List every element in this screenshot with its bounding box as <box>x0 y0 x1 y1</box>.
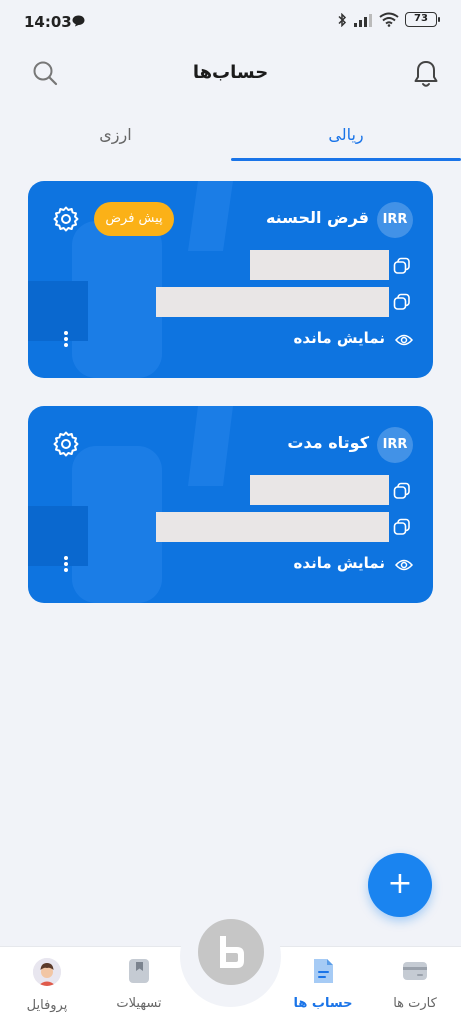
nav-label: کارت ها <box>393 996 437 1011</box>
default-badge: پیش فرض <box>94 202 174 236</box>
account-name: قرض الحسنه <box>265 208 369 227</box>
message-icon <box>72 15 85 27</box>
gear-icon[interactable] <box>52 430 80 458</box>
show-balance-button[interactable]: نمایش مانده <box>294 329 385 347</box>
bookmark-icon <box>129 959 149 983</box>
tab-arzi[interactable]: ارزی <box>0 112 231 162</box>
card-icon <box>403 962 427 980</box>
show-balance-button[interactable]: نمایش مانده <box>294 554 385 572</box>
nav-label: تسهیلات <box>116 996 162 1011</box>
more-options-icon[interactable] <box>58 329 74 351</box>
status-icons: 73 <box>337 12 440 27</box>
nav-item-cards[interactable]: کارت ها <box>370 958 460 1011</box>
currency-tabs: ریالی ارزی <box>0 112 461 162</box>
copy-icon[interactable] <box>393 482 411 500</box>
header: حساب‌ها <box>0 52 461 96</box>
nav-item-accounts[interactable]: حساب ها <box>278 958 368 1011</box>
nav-item-profile[interactable]: پروفایل <box>2 958 92 1013</box>
nav-label: حساب ها <box>293 996 353 1011</box>
copy-icon[interactable] <box>393 518 411 536</box>
account-number-masked <box>250 250 389 280</box>
page-title: حساب‌ها <box>192 62 269 83</box>
currency-badge: IRR <box>377 202 413 238</box>
more-options-icon[interactable] <box>58 554 74 576</box>
nav-item-facilities[interactable]: تسهیلات <box>94 958 184 1011</box>
bell-icon[interactable] <box>411 58 441 90</box>
home-button[interactable] <box>194 915 268 989</box>
account-card[interactable]: IRR کوتاه مدت نمایش مانده <box>28 406 433 603</box>
gear-icon[interactable] <box>52 205 80 233</box>
battery-indicator: 73 <box>405 12 440 27</box>
document-icon <box>314 959 333 983</box>
eye-icon[interactable] <box>395 557 413 573</box>
status-time: 14:03 <box>24 13 72 31</box>
add-account-button[interactable]: + <box>368 853 432 917</box>
signal-icon <box>354 13 372 27</box>
copy-icon[interactable] <box>393 257 411 275</box>
tab-riyali[interactable]: ریالی <box>231 112 461 162</box>
copy-icon[interactable] <box>393 293 411 311</box>
account-name: کوتاه مدت <box>287 433 369 452</box>
active-tab-indicator <box>231 158 461 161</box>
bank-logo-icon <box>220 936 244 968</box>
account-number-masked <box>250 475 389 505</box>
currency-badge: IRR <box>377 427 413 463</box>
status-bar: 14:03 73 <box>0 0 461 44</box>
nav-label: پروفایل <box>26 998 68 1013</box>
bluetooth-icon <box>338 12 347 27</box>
avatar <box>33 958 61 986</box>
iban-masked <box>156 512 389 542</box>
wifi-icon <box>379 12 399 27</box>
eye-icon[interactable] <box>395 332 413 348</box>
account-card[interactable]: IRR قرض الحسنه پیش فرض نمایش مانده <box>28 181 433 378</box>
iban-masked <box>156 287 389 317</box>
